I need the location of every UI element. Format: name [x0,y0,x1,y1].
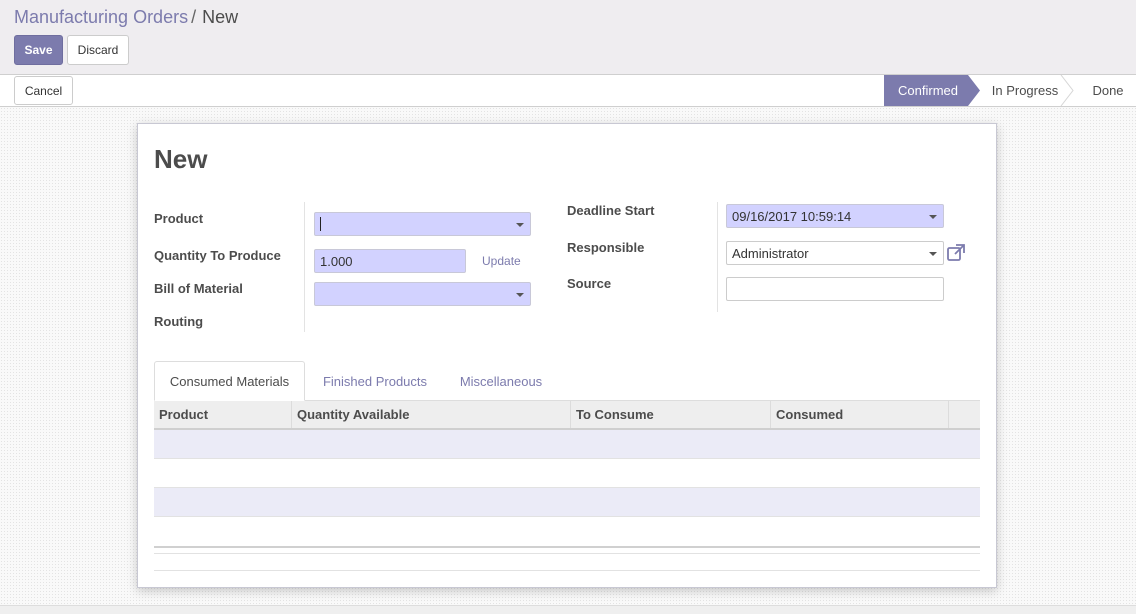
breadcrumb: Manufacturing Orders / New [14,7,238,28]
form-sheet: New Product Quantity To Produce Bill of … [137,123,997,588]
routing-label: Routing [154,314,204,329]
statusbar: Cancel Confirmed In Progress Done [0,75,1136,107]
column-header-consumed[interactable]: Consumed [771,401,949,428]
caret-down-icon [929,215,937,219]
table-footer-border [154,553,980,554]
table-row [154,430,980,459]
table-row [154,488,980,517]
consumed-materials-table: Product Quantity Available To Consume Co… [154,401,980,546]
discard-button[interactable]: Discard [67,35,129,65]
update-quantity-button[interactable]: Update [482,254,521,268]
quantity-input[interactable]: 1.000 [314,249,466,273]
tab-miscellaneous[interactable]: Miscellaneous [445,361,557,401]
deadline-label: Deadline Start [567,203,655,218]
text-cursor [320,217,321,231]
save-button[interactable]: Save [14,35,63,65]
form-title: New [154,144,208,174]
caret-down-icon [516,223,524,227]
stage-confirmed[interactable]: Confirmed [884,75,980,106]
responsible-label: Responsible [567,240,645,255]
table-row [154,459,980,488]
label-divider [717,202,718,312]
tab-consumed-materials[interactable]: Consumed Materials [154,361,305,401]
product-label: Product [154,211,204,226]
column-header-quantity-available[interactable]: Quantity Available [292,401,571,428]
responsible-value: Administrator [732,245,809,261]
column-header-product[interactable]: Product [154,401,292,428]
tab-finished-products[interactable]: Finished Products [307,361,443,401]
deadline-datetime-input[interactable]: 09/16/2017 10:59:14 [726,204,944,228]
table-row [154,517,980,546]
source-label: Source [567,276,612,291]
bom-select[interactable] [314,282,531,306]
bottom-bar [0,605,1136,614]
product-select[interactable] [314,212,531,236]
column-header-actions [949,401,980,428]
breadcrumb-separator: / [191,7,197,27]
breadcrumb-current: New [202,7,239,27]
caret-down-icon [516,293,524,297]
quantity-label: Quantity To Produce [154,248,281,263]
stage-done[interactable]: Done [1080,75,1136,106]
table-footer-border [154,546,980,548]
caret-down-icon [929,252,937,256]
bom-label: Bill of Material [154,281,243,296]
breadcrumb-link-manufacturing-orders[interactable]: Manufacturing Orders [14,7,188,27]
external-link-icon[interactable] [946,243,966,263]
column-header-to-consume[interactable]: To Consume [571,401,771,428]
deadline-value: 09/16/2017 10:59:14 [732,208,852,224]
stage-in-progress[interactable]: In Progress [980,75,1070,106]
control-panel: Manufacturing Orders / New Save Discard [0,0,1136,75]
responsible-select[interactable]: Administrator [726,241,944,265]
notebook-tabs: Consumed Materials Finished Products Mis… [154,361,980,401]
label-divider [304,202,305,332]
cancel-button[interactable]: Cancel [14,76,73,105]
table-footer-border [154,570,980,571]
table-header: Product Quantity Available To Consume Co… [154,401,980,430]
source-input[interactable] [726,277,944,301]
